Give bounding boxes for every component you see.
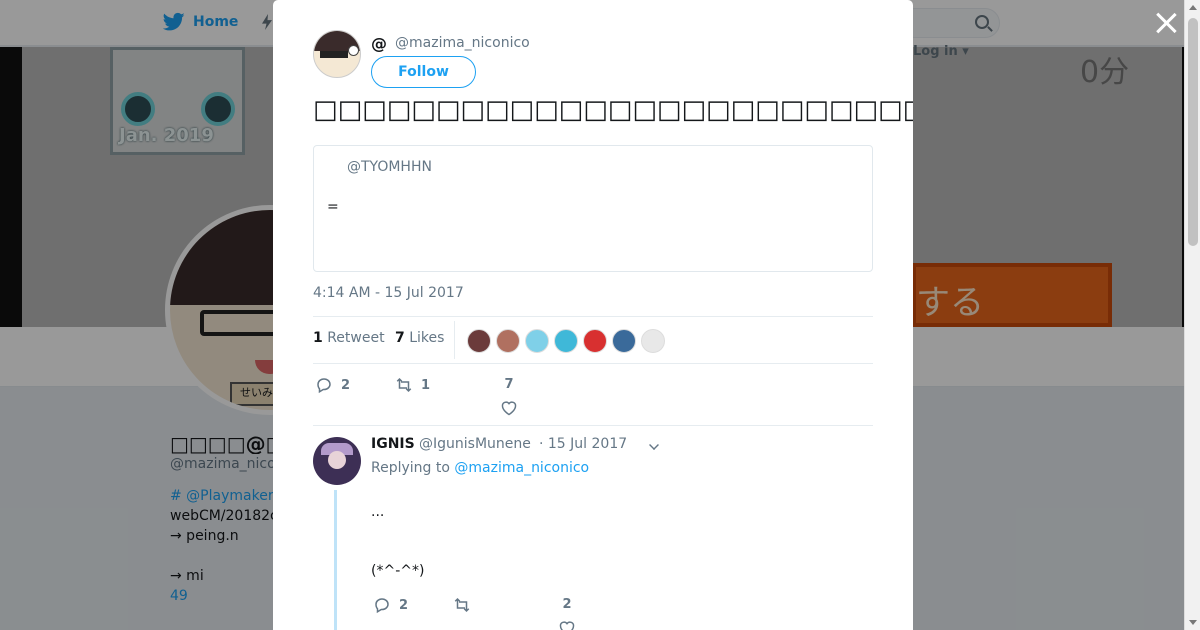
replying-to-link[interactable]: @mazima_niconico [454, 460, 589, 476]
reply-actions: 2 2 [371, 594, 671, 630]
tweet-text: □□□□□□□□□□□□□□□□□□□□□□□□□□□□□□□□□□□□□□_(… [313, 95, 913, 125]
reply-author-name[interactable]: IGNIS [371, 436, 415, 452]
retweet-stat-label: Retweet [327, 330, 385, 346]
thread-line [334, 490, 337, 630]
liker-avatar[interactable] [641, 329, 665, 353]
like-count: 7 [504, 377, 514, 392]
reply-like-button[interactable]: 2 [557, 597, 577, 630]
reply-retweet-button[interactable] [453, 596, 471, 614]
reply-reply-button[interactable]: 2 [373, 596, 408, 614]
reply-tweet[interactable]: IGNIS @IgunisMunene · 15 Jul 2017 Replyi… [313, 425, 873, 630]
liker-avatar[interactable] [525, 329, 549, 353]
quoted-tweet-handle: @TYOMHHN [347, 159, 432, 175]
chevron-down-icon[interactable] [649, 440, 659, 450]
reply-button[interactable]: 2 [315, 376, 350, 394]
heart-icon [501, 401, 517, 416]
follow-button[interactable]: Follow [371, 56, 476, 88]
reply-icon [317, 378, 331, 394]
page-scrollbar[interactable] [1184, 0, 1200, 630]
liker-avatar[interactable] [612, 329, 636, 353]
replying-to: Replying to @mazima_niconico [371, 460, 589, 476]
replying-to-prefix: Replying to [371, 460, 450, 476]
likes-stat[interactable]: 7 Likes [395, 330, 444, 346]
tweet-modal: @ @mazima_niconico Follow □□□□□□□□□□□□□□… [273, 0, 913, 630]
retweet-icon [454, 597, 470, 613]
liker-avatar[interactable] [467, 329, 491, 353]
reply-avatar[interactable] [313, 437, 361, 485]
reply-date[interactable]: · 15 Jul 2017 [539, 436, 627, 452]
tweet-timestamp[interactable]: 4:14 AM - 15 Jul 2017 [313, 285, 464, 301]
retweet-count: 1 [421, 377, 431, 393]
quoted-tweet-text: = [327, 199, 339, 215]
tweet-actions: 2 1 7 [313, 374, 873, 418]
tweet-stats: 1 Retweet 7 Likes [313, 316, 873, 364]
avatar-badge [348, 45, 359, 56]
reply-text-line: ... [371, 504, 385, 520]
retweet-icon [396, 377, 412, 393]
like-button[interactable]: 7 [499, 377, 519, 416]
quoted-tweet[interactable]: @TYOMHHN = [313, 145, 873, 272]
author-name[interactable]: @ [371, 34, 387, 53]
liker-avatar[interactable] [583, 329, 607, 353]
heart-icon [559, 621, 575, 630]
retweet-stat[interactable]: 1 Retweet [313, 330, 385, 346]
scrollbar-thumb[interactable] [1188, 18, 1198, 246]
avatar-face [328, 451, 346, 469]
likes-stat-label: Likes [409, 330, 445, 346]
author-handle[interactable]: @mazima_niconico [395, 35, 530, 51]
retweet-button[interactable]: 1 [395, 376, 430, 394]
stats-divider [454, 321, 455, 359]
reply-like-count: 2 [562, 597, 572, 612]
close-icon[interactable] [1153, 10, 1179, 36]
avatar-glasses [320, 51, 348, 58]
reply-reply-count: 2 [399, 597, 409, 613]
liker-avatar[interactable] [554, 329, 578, 353]
reply-text-line: (*^-^*) [371, 563, 425, 579]
reply-author-handle[interactable]: @IgunisMunene [419, 436, 531, 452]
scroll-down-arrow-icon[interactable] [1189, 620, 1197, 625]
liker-avatar[interactable] [496, 329, 520, 353]
reply-count: 2 [341, 377, 351, 393]
author-avatar[interactable] [313, 30, 361, 78]
retweet-stat-count: 1 [313, 330, 323, 346]
scroll-up-arrow-icon[interactable] [1189, 5, 1197, 10]
likes-stat-count: 7 [395, 330, 405, 346]
reply-icon [375, 598, 389, 614]
